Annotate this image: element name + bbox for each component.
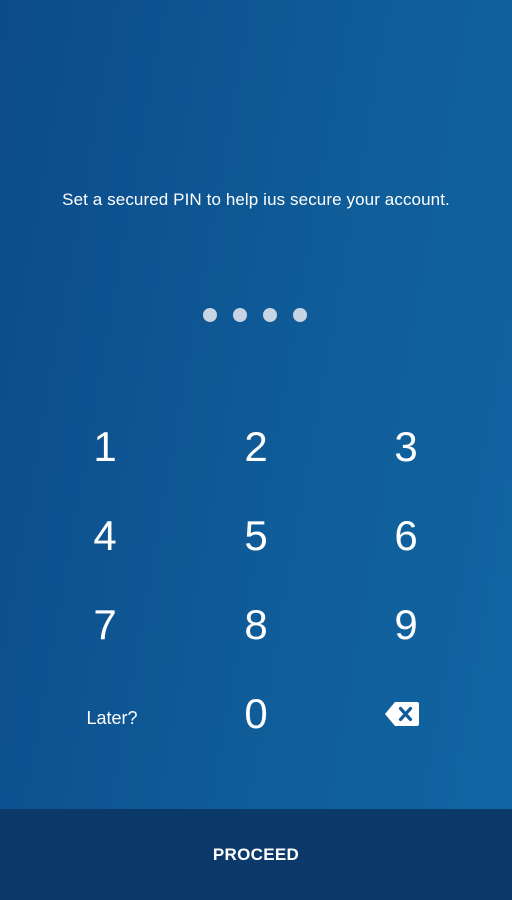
key-1[interactable]: 1 [45, 405, 165, 489]
proceed-button[interactable]: PROCEED [0, 809, 512, 900]
key-2[interactable]: 2 [196, 405, 316, 489]
backspace-icon [385, 702, 419, 726]
later-button[interactable]: Later? [52, 676, 172, 760]
key-6[interactable]: 6 [346, 494, 466, 578]
pin-dot [293, 308, 307, 322]
key-9[interactable]: 9 [346, 583, 466, 667]
proceed-label: PROCEED [212, 844, 300, 864]
pin-prompt-text: Set a secured PIN to help ius secure you… [62, 190, 450, 209]
key-3[interactable]: 3 [346, 405, 466, 489]
key-5[interactable]: 5 [196, 494, 316, 578]
pin-dot [263, 308, 277, 322]
backspace-button[interactable] [342, 672, 462, 756]
key-7[interactable]: 7 [45, 583, 165, 667]
key-4[interactable]: 4 [45, 494, 165, 578]
pin-indicator [0, 308, 512, 324]
key-8[interactable]: 8 [196, 583, 316, 667]
pin-dot [233, 308, 247, 322]
pin-dot [203, 308, 217, 322]
pin-setup-screen: Set a secured PIN to help ius secure you… [0, 0, 512, 900]
key-0[interactable]: 0 [196, 672, 316, 756]
